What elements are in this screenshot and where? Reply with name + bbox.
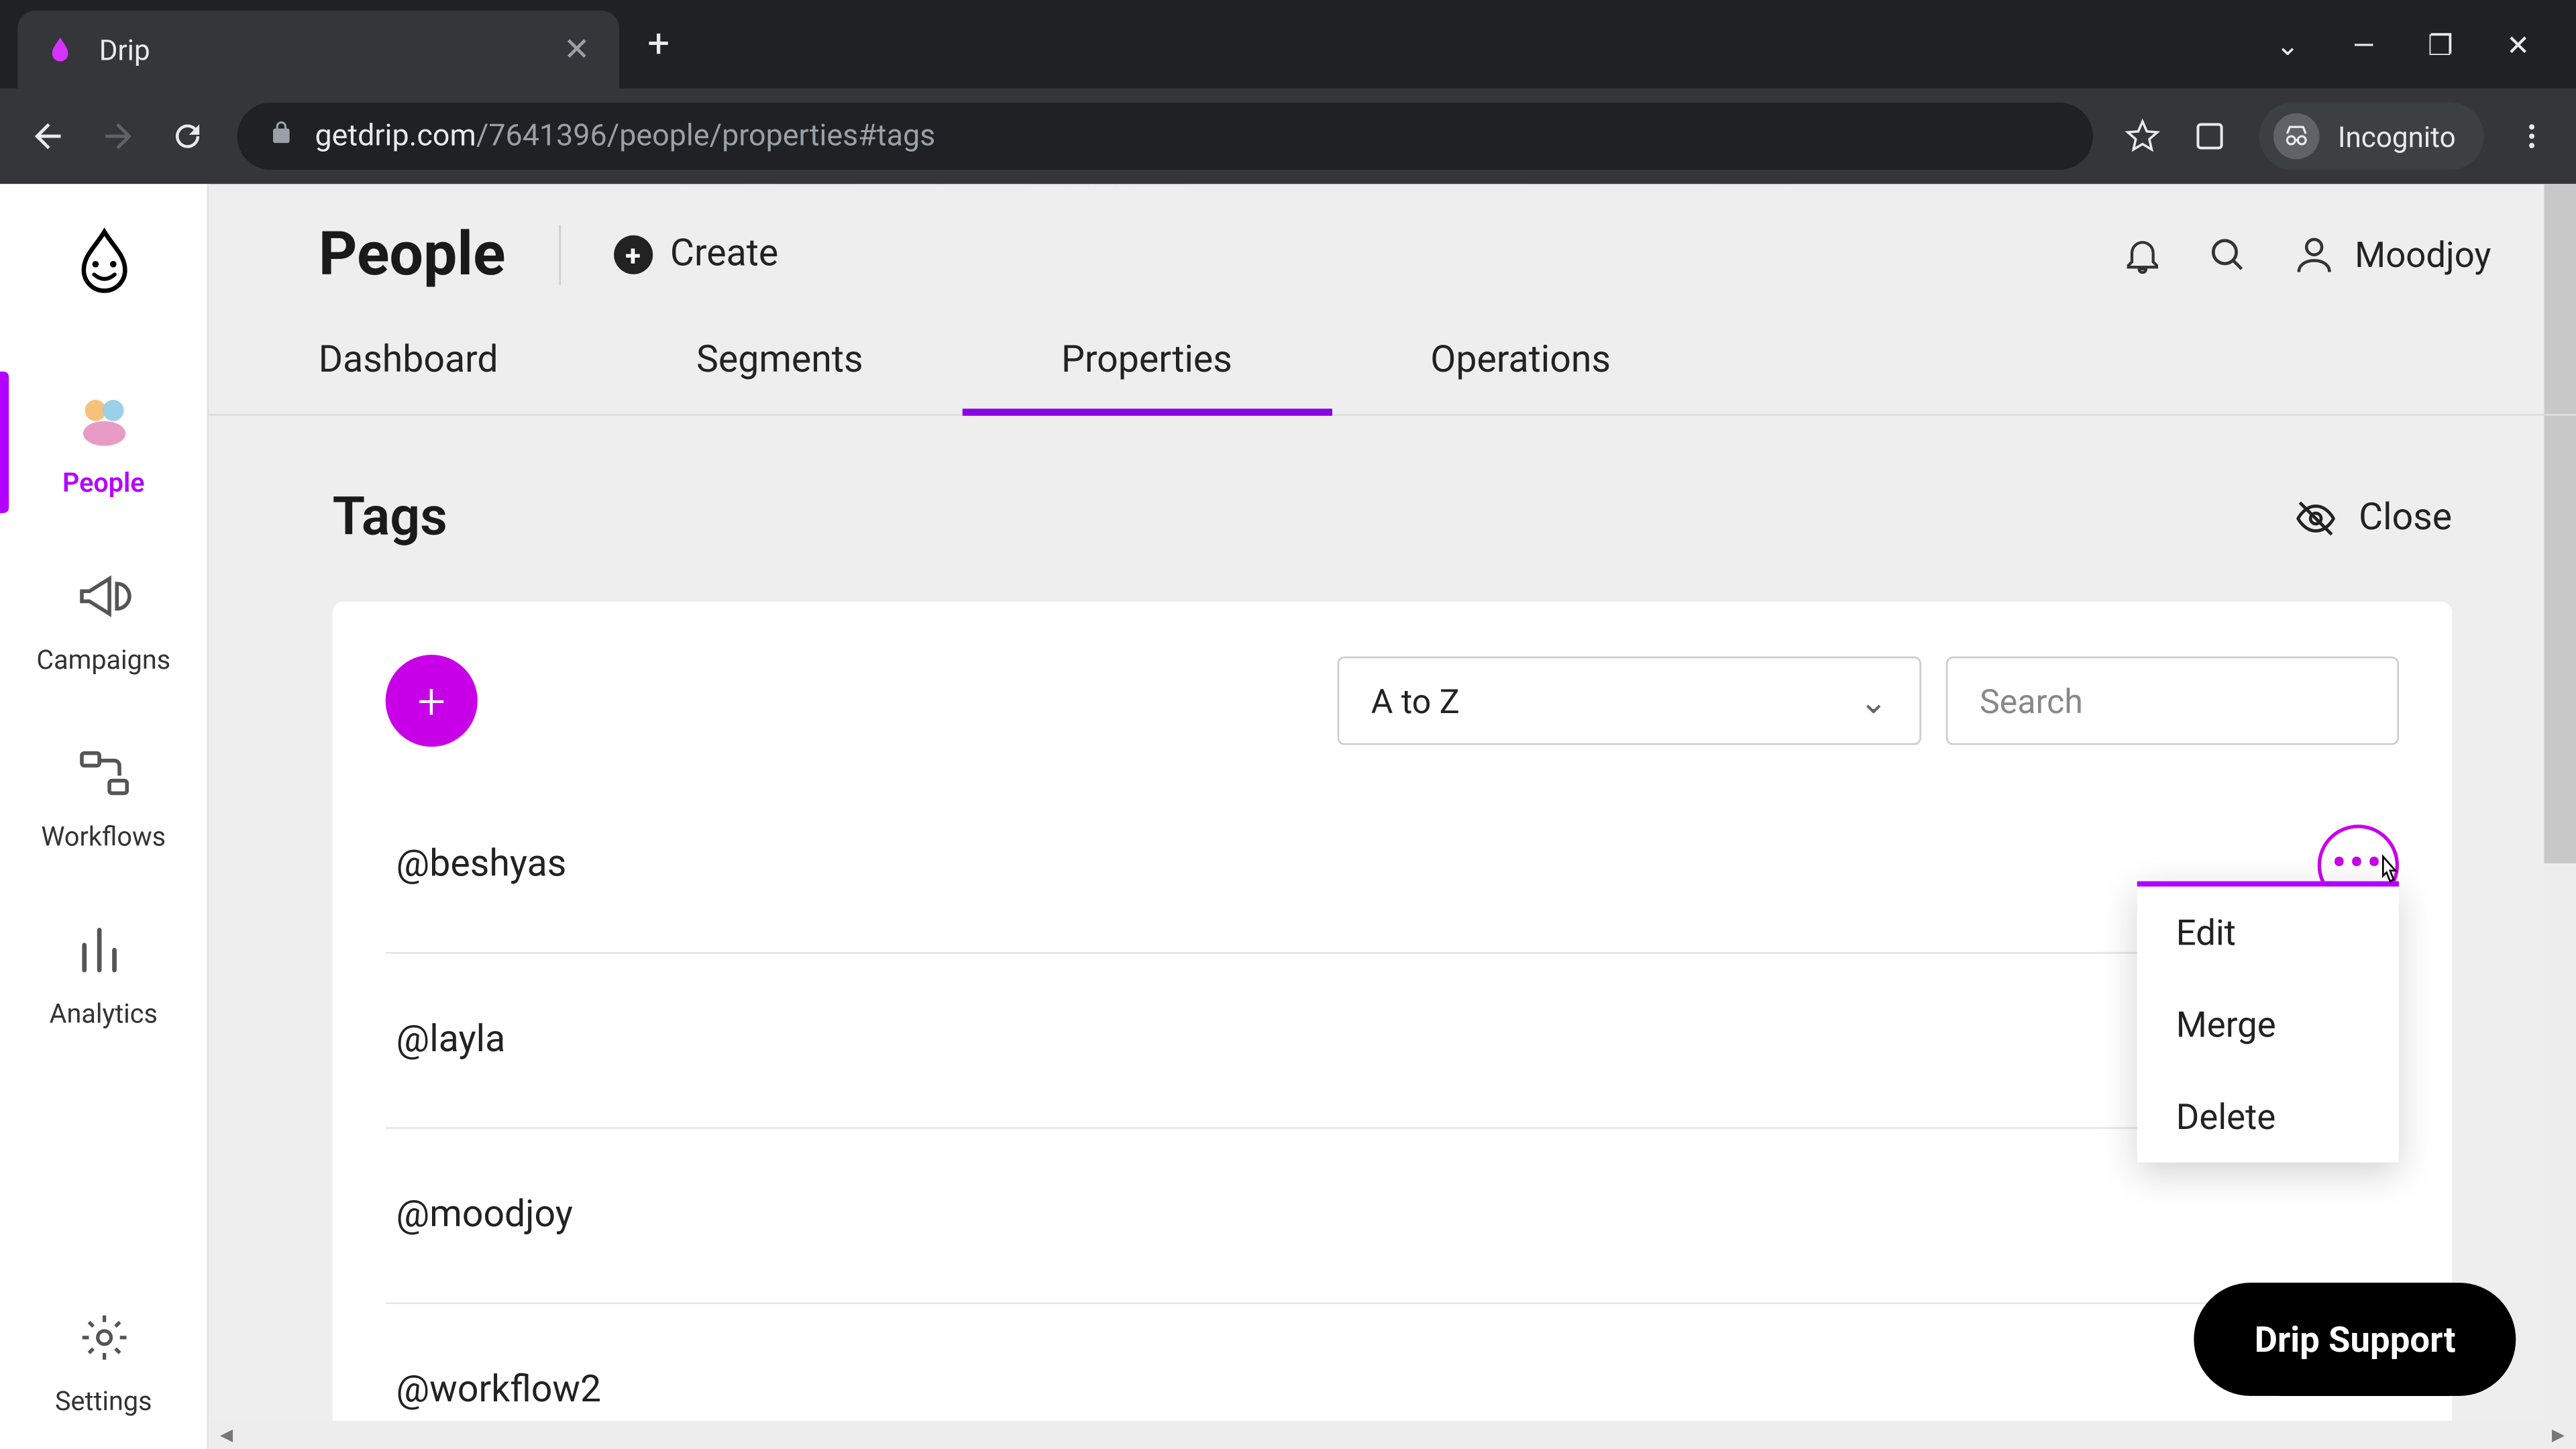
sidebar-item-campaigns[interactable]: Campaigns — [0, 531, 207, 708]
account-menu[interactable]: Moodjoy — [2291, 231, 2491, 278]
support-label: Drip Support — [2255, 1318, 2456, 1360]
people-icon — [70, 386, 137, 453]
tag-name: @layla — [386, 1019, 506, 1061]
sidebar-item-label: People — [62, 467, 145, 498]
sidebar-item-workflows[interactable]: Workflows — [0, 708, 207, 885]
support-button[interactable]: Drip Support — [2194, 1283, 2516, 1396]
sidebar-item-people[interactable]: People — [0, 354, 207, 531]
workflow-icon — [70, 739, 137, 806]
topbar: People + Create Moodjoy — [209, 184, 2576, 290]
sidebar-item-settings[interactable]: Settings — [0, 1272, 207, 1449]
tabs: Dashboard Segments Properties Operations — [209, 290, 2576, 416]
plus-circle-icon: + — [614, 235, 653, 274]
tab-title: Drip — [99, 33, 538, 66]
tags-title: Tags — [333, 486, 447, 548]
sidebar-item-label: Settings — [55, 1385, 152, 1417]
forward-button[interactable] — [99, 117, 138, 156]
drip-logo-icon[interactable] — [61, 216, 146, 301]
incognito-chip[interactable]: Incognito — [2260, 103, 2484, 170]
close-label: Close — [2359, 496, 2452, 539]
drip-favicon-icon — [42, 32, 78, 67]
sidebar-item-label: Workflows — [41, 821, 166, 853]
app-viewport: People Campaigns Workflows Analytics Se — [0, 184, 2576, 1449]
create-label: Create — [670, 233, 778, 276]
eye-off-icon — [2295, 496, 2337, 539]
tag-name: @beshyas — [386, 844, 567, 886]
tag-name: @moodjoy — [386, 1194, 573, 1236]
search-input[interactable] — [1946, 656, 2399, 745]
incognito-icon — [2274, 113, 2320, 160]
url-field[interactable]: getdrip.com/7641396/people/properties#ta… — [237, 103, 2094, 170]
close-window-icon[interactable]: ✕ — [2506, 28, 2530, 61]
dropdown-delete[interactable]: Delete — [2137, 1071, 2399, 1163]
card-controls: + A to Z ⌄ — [386, 655, 2399, 747]
reload-button[interactable] — [170, 119, 205, 154]
divider — [559, 225, 561, 285]
new-tab-button[interactable]: + — [647, 22, 669, 66]
gear-icon — [70, 1304, 137, 1371]
url-text: getdrip.com/7641396/people/properties#ta… — [315, 119, 935, 154]
address-bar: getdrip.com/7641396/people/properties#ta… — [0, 89, 2576, 184]
tag-row: @beshyas ••• Edit Merge Delete — [386, 778, 2399, 953]
user-icon — [2291, 231, 2337, 278]
tab-search-icon[interactable]: ⌄ — [2276, 28, 2300, 61]
scroll-left-icon[interactable]: ◄ — [209, 1422, 244, 1447]
create-button[interactable]: + Create — [614, 233, 779, 276]
dropdown-edit[interactable]: Edit — [2137, 886, 2399, 978]
maximize-icon[interactable]: ❐ — [2428, 28, 2453, 61]
sidebar-item-label: Analytics — [50, 998, 158, 1029]
megaphone-icon — [70, 563, 137, 630]
tag-list: @beshyas ••• Edit Merge Delete @layla ••… — [386, 778, 2399, 1449]
bookmark-icon[interactable] — [2126, 119, 2161, 154]
notifications-icon[interactable] — [2121, 233, 2163, 276]
tags-header: Tags Close — [333, 486, 2453, 548]
account-name: Moodjoy — [2355, 233, 2491, 276]
close-button[interactable]: Close — [2295, 496, 2452, 539]
dots-icon: ••• — [2332, 846, 2384, 885]
kebab-menu-icon[interactable] — [2516, 120, 2547, 152]
tag-name: @workflow2 — [386, 1369, 601, 1411]
lock-icon — [269, 119, 294, 154]
sort-select[interactable]: A to Z ⌄ — [1338, 656, 1921, 745]
tag-row: @layla ••• — [386, 954, 2399, 1129]
horizontal-scrollbar[interactable]: ◄ ► — [209, 1421, 2576, 1449]
tab-operations[interactable]: Operations — [1332, 339, 1710, 414]
dropdown-merge[interactable]: Merge — [2137, 978, 2399, 1070]
tab-properties[interactable]: Properties — [962, 339, 1331, 414]
scroll-right-icon[interactable]: ► — [2540, 1422, 2576, 1447]
browser-tab[interactable]: Drip ✕ — [17, 11, 619, 89]
tag-row: @moodjoy ••• — [386, 1129, 2399, 1304]
tags-card: + A to Z ⌄ @beshyas ••• Edit — [333, 602, 2453, 1449]
analytics-icon — [70, 916, 137, 983]
tab-close-icon[interactable]: ✕ — [559, 31, 594, 68]
sidebar-item-label: Campaigns — [36, 644, 170, 676]
row-actions-dropdown: Edit Merge Delete — [2137, 881, 2399, 1162]
incognito-label: Incognito — [2338, 119, 2456, 153]
page-title: People — [319, 219, 506, 290]
search-icon[interactable] — [2206, 233, 2249, 276]
browser-chrome: Drip ✕ + ⌄ ― ❐ ✕ getdrip.com/7641396/peo… — [0, 0, 2576, 184]
main-content: People + Create Moodjoy Dashboard — [209, 184, 2576, 1449]
sidebar-item-analytics[interactable]: Analytics — [0, 885, 207, 1062]
extensions-icon[interactable] — [2193, 119, 2229, 154]
tab-segments[interactable]: Segments — [597, 339, 962, 414]
sort-value: A to Z — [1371, 680, 1460, 721]
tab-bar: Drip ✕ + ⌄ ― ❐ ✕ — [0, 0, 2576, 89]
tab-dashboard[interactable]: Dashboard — [319, 339, 598, 414]
window-controls: ⌄ ― ❐ ✕ — [2276, 28, 2559, 61]
chevron-down-icon: ⌄ — [1860, 680, 1888, 721]
minimize-icon[interactable]: ― — [2353, 28, 2375, 61]
add-tag-button[interactable]: + — [386, 655, 478, 747]
back-button[interactable] — [28, 117, 67, 156]
sidebar: People Campaigns Workflows Analytics Se — [0, 184, 209, 1449]
